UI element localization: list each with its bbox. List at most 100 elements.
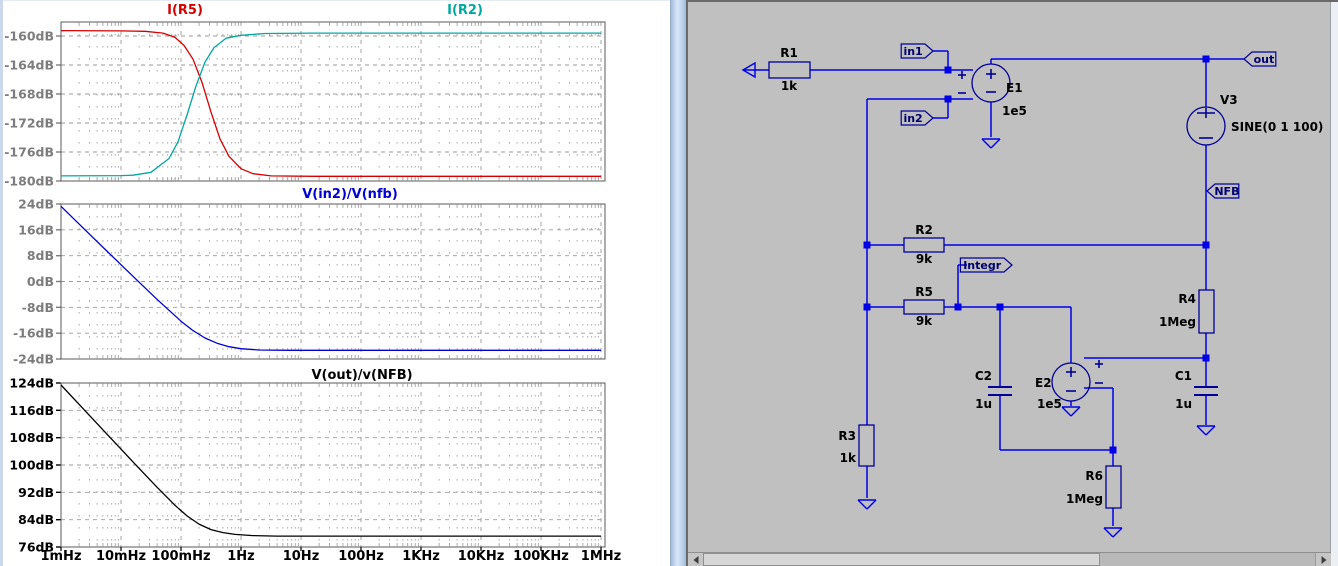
y-tick-label: -172dB — [4, 116, 54, 131]
vertical-scrollbar[interactable] — [1330, 2, 1338, 566]
trace-v-in2-v-nfb — [60, 205, 601, 351]
y-tick-label: -160dB — [4, 29, 54, 44]
y-tick-label: 24dB — [18, 197, 54, 212]
horizontal-scrollbar[interactable] — [688, 552, 1331, 566]
scrollbar-thumb[interactable] — [703, 553, 1100, 566]
ltspice-app: { "waveform": { "x_axis": { "labels": ["… — [0, 0, 1338, 566]
scroll-right-arrow-icon — [1321, 555, 1326, 564]
junction — [1202, 354, 1210, 362]
label-R1[interactable]: R1 — [780, 46, 798, 60]
value-E2[interactable]: 1e5 — [1037, 397, 1062, 411]
scroll-left-arrow-icon — [693, 555, 698, 564]
x-tick-label-10mhz: 10mHz — [96, 549, 146, 564]
y-tick-label: 108dB — [9, 430, 54, 445]
ground-icon[interactable] — [1061, 406, 1081, 417]
x-tick-label-100hz: 100Hz — [338, 549, 384, 564]
trace-label-i-r2[interactable]: I(R2) — [447, 3, 483, 18]
waveform-viewer-panel: -160dB -164dB -168dB -172dB -176dB -180dB I(R5… — [0, 0, 670, 566]
y-tick-label: -164dB — [4, 58, 54, 73]
junction — [954, 303, 962, 311]
value-R2[interactable]: 9k — [916, 252, 933, 266]
value-R1[interactable]: 1k — [781, 79, 798, 93]
schematic-editor-panel: R1 1k R2 9k R5 9k R3 1k R4 1Meg R6 1Meg C2 1u C1 1u E1 1e… — [686, 0, 1338, 566]
scroll-left-button[interactable] — [688, 553, 704, 566]
label-E1[interactable]: E1 — [1006, 81, 1023, 95]
value-V3[interactable]: SINE(0 1 100) — [1231, 120, 1323, 134]
value-R6[interactable]: 1Meg — [1066, 492, 1103, 506]
junction — [1202, 241, 1210, 249]
value-R4[interactable]: 1Meg — [1159, 315, 1196, 329]
y-tick-label: 0dB — [27, 274, 54, 289]
ground-icon[interactable] — [1103, 527, 1123, 538]
scroll-right-button[interactable] — [1315, 553, 1331, 566]
component-R4[interactable]: R4 1Meg — [1159, 289, 1215, 334]
label-E2[interactable]: E2 — [1035, 376, 1052, 390]
value-R3[interactable]: 1k — [840, 451, 857, 465]
y-tick-label: 92dB — [18, 485, 54, 500]
label-R5[interactable]: R5 — [915, 285, 933, 299]
y-tick-label: 8dB — [27, 248, 54, 263]
label-C1[interactable]: C1 — [1175, 369, 1192, 383]
label-R3[interactable]: R3 — [838, 429, 856, 443]
ground-icon[interactable] — [1196, 425, 1216, 436]
component-V3[interactable]: V3 SINE(0 1 100) — [1186, 93, 1323, 146]
ground-icon[interactable] — [981, 138, 1001, 149]
plot-pane-3[interactable]: 124dB116dB108dB100dB92dB84dB76dBV(out)/v… — [9, 368, 606, 555]
net-flag-in1[interactable]: in1 — [900, 43, 934, 59]
net-flag-label-integr: Integr — [963, 259, 1002, 272]
junction — [1109, 446, 1117, 454]
label-C2[interactable]: C2 — [975, 369, 992, 383]
component-E2[interactable]: E2 1e5 — [1035, 360, 1103, 411]
waveform-svg: -160dB -164dB -168dB -172dB -176dB -180dB I(R5… — [4, 3, 621, 564]
net-flag-label-out: out — [1254, 53, 1275, 66]
component-R2[interactable]: R2 9k — [903, 223, 945, 266]
x-tick-label-100khz: 100KHz — [513, 549, 569, 564]
junction — [944, 66, 952, 74]
y-tick-label: 100dB — [9, 458, 54, 473]
trace-i-r2 — [60, 32, 601, 177]
label-V3[interactable]: V3 — [1220, 93, 1238, 107]
y-tick-label: -176dB — [4, 145, 54, 160]
component-R1[interactable]: R1 1k — [768, 46, 811, 93]
plot-pane-2[interactable]: 24dB 16dB 8dB 0dB -8dB -16dB -24dB V(in2)/V(nfb… — [13, 187, 606, 367]
y-tick-label: -168dB — [4, 87, 54, 102]
y-tick-label: 16dB — [18, 222, 54, 237]
component-R3[interactable]: R3 1k — [838, 424, 875, 467]
component-C1[interactable]: C1 1u — [1175, 369, 1218, 411]
component-E1[interactable]: E1 1e5 — [958, 63, 1027, 118]
label-R4[interactable]: R4 — [1178, 292, 1196, 306]
x-tick-label-1hz: 1Hz — [227, 549, 255, 564]
x-tick-label-100mhz: 100mHz — [151, 549, 210, 564]
ground-icon[interactable] — [857, 499, 877, 510]
value-E1[interactable]: 1e5 — [1002, 104, 1027, 118]
junction — [944, 95, 952, 103]
value-C2[interactable]: 1u — [975, 397, 992, 411]
junction — [863, 241, 871, 249]
component-C2[interactable]: C2 1u — [975, 369, 1012, 411]
x-tick-label-10hz: 10Hz — [283, 549, 320, 564]
y-tick-label: -180dB — [4, 174, 54, 189]
y-tick-label: 84dB — [18, 512, 54, 527]
net-flag-label-in2: in2 — [903, 112, 922, 125]
x-tick-label-10khz: 10KHz — [458, 549, 505, 564]
schematic-svg: R1 1k R2 9k R5 9k R3 1k R4 1Meg R6 1Meg C2 1u C1 1u E1 1e… — [741, 43, 1323, 538]
net-flag-integr[interactable]: Integr — [959, 257, 1013, 273]
y-tick-label: 116dB — [9, 403, 54, 418]
x-tick-label-1mhz: 1MHz — [581, 549, 621, 564]
component-R6[interactable]: R6 1Meg — [1066, 465, 1122, 509]
net-flag-in2[interactable]: in2 — [900, 110, 934, 126]
trace-v-out-v-nfb — [60, 384, 601, 537]
label-R6[interactable]: R6 — [1085, 469, 1103, 483]
net-flag-nfb[interactable]: NFB — [1206, 183, 1239, 199]
window-splitter[interactable] — [670, 0, 686, 566]
trace-label-i-r5[interactable]: I(R5) — [167, 3, 203, 18]
plot-pane-1[interactable]: -160dB -164dB -168dB -172dB -176dB -180dB I(R5… — [4, 3, 606, 189]
trace-label-v-out-v-nfb[interactable]: V(out)/v(NFB) — [311, 368, 412, 383]
value-R5[interactable]: 9k — [916, 314, 933, 328]
y-tick-label: -16dB — [13, 326, 54, 341]
trace-label-v-in2-v-nfb[interactable]: V(in2)/V(nfb) — [302, 187, 398, 202]
label-R2[interactable]: R2 — [915, 223, 933, 237]
value-C1[interactable]: 1u — [1175, 397, 1192, 411]
component-R5[interactable]: R5 9k — [903, 285, 945, 328]
net-flag-out[interactable]: out — [1243, 51, 1277, 67]
